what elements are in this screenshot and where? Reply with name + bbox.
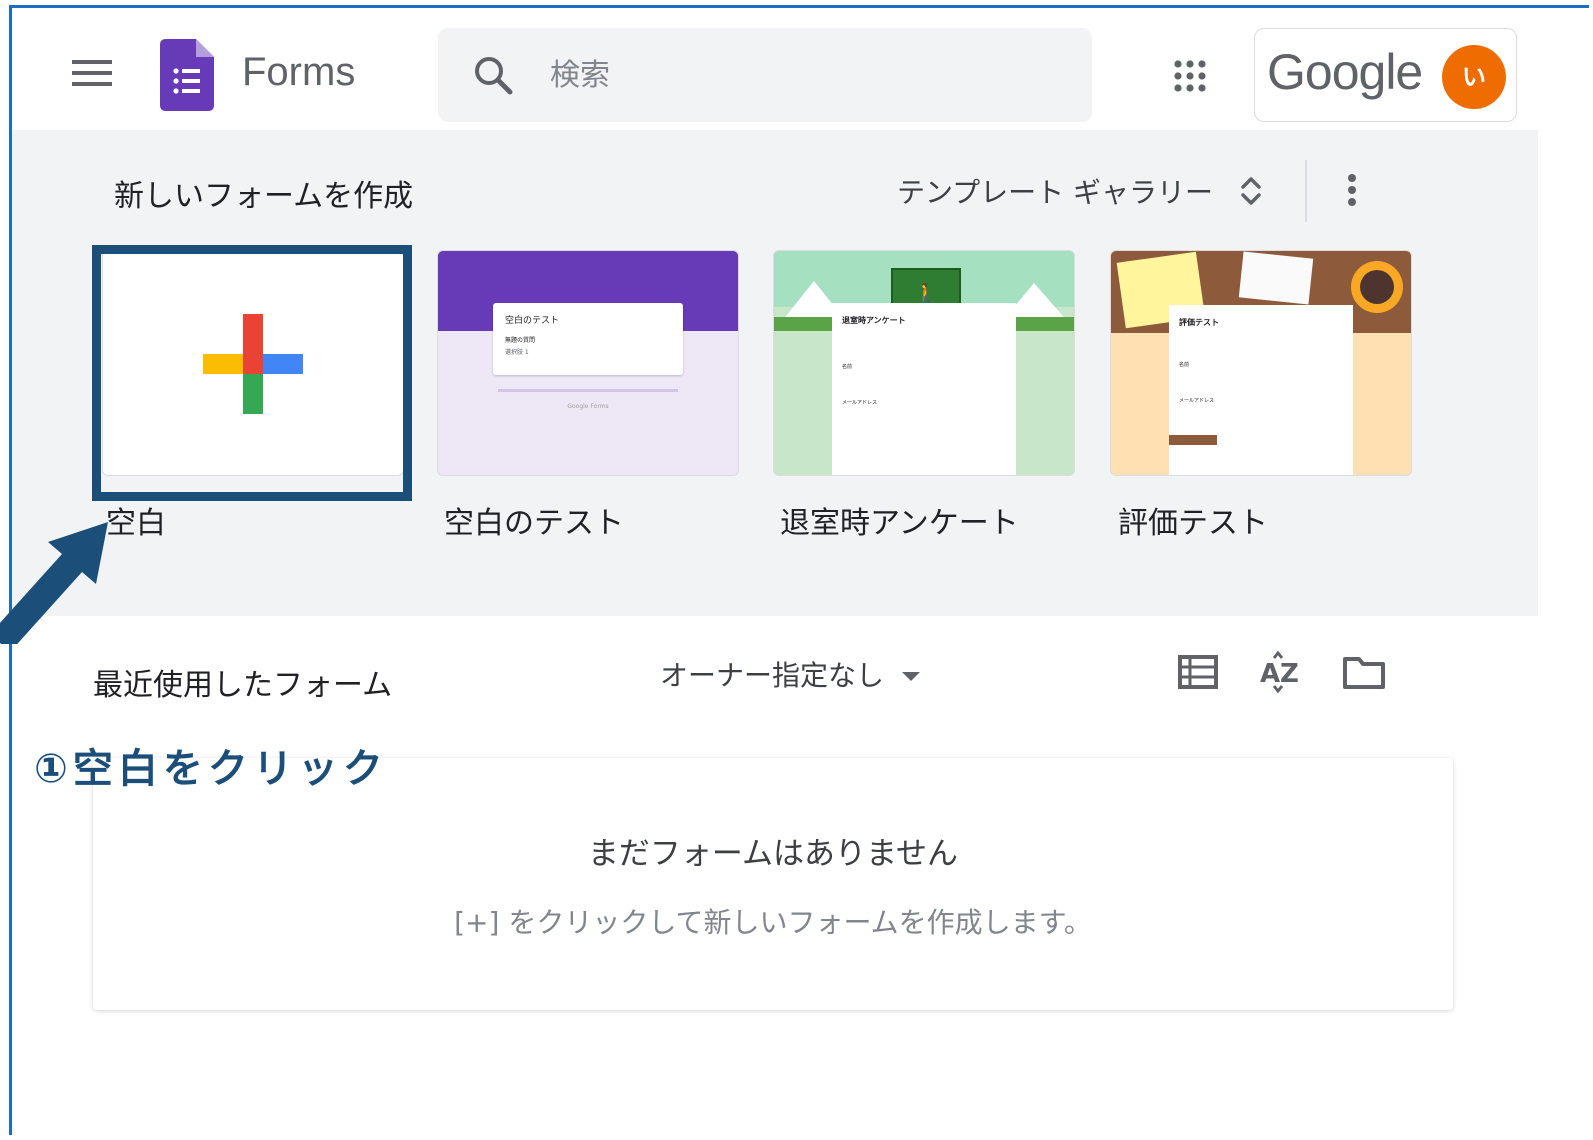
empty-state-title: まだフォームはありません (587, 836, 959, 872)
template-label-assessment[interactable]: 評価テスト (1118, 498, 1268, 542)
template-gallery-button[interactable]: テンプレート ギャラリー (897, 167, 1263, 215)
template-card-blank-quiz[interactable]: 空白のテスト 無題の質問 選択肢 1 Google Forms (437, 250, 739, 476)
search-icon[interactable] (472, 54, 514, 96)
quiz-preview-question: 無題の質問 (505, 337, 536, 344)
annotation-callout: ①空白をクリック (34, 746, 388, 792)
quiz-preview-footer: Google Forms (567, 403, 609, 410)
google-apps-icon[interactable] (1172, 58, 1208, 94)
owner-filter-dropdown[interactable]: オーナー指定なし (660, 654, 921, 694)
assessment-preview-sheet: 評価テスト 名前 メールアドレス (1169, 305, 1353, 475)
quiz-preview-sheet: 空白のテスト 無題の質問 選択肢 1 (493, 303, 683, 375)
exit-survey-preview-sheet: 退室時アンケート 名前 メールアドレス (832, 303, 1016, 475)
google-wordmark: Google (1267, 44, 1423, 100)
template-card-exit-survey[interactable]: 🚶 退室時アンケート 名前 メールアドレス (773, 250, 1075, 476)
empty-state-panel: まだフォームはありません [+] をクリックして新しいフォームを作成します。 (93, 758, 1453, 1010)
dropdown-caret-icon (902, 671, 921, 681)
assessment-preview-field1: 名前 (1179, 362, 1190, 368)
template-gallery-label: テンプレート ギャラリー (897, 176, 1214, 209)
search-bar[interactable] (438, 28, 1092, 122)
blank-card-highlight (92, 245, 412, 501)
exit-preview-title: 退室時アンケート (842, 316, 906, 325)
unfold-icon (1241, 177, 1261, 205)
assessment-preview-section-bar (1169, 435, 1217, 445)
empty-state-subtitle: [+] をクリックして新しいフォームを作成します。 (454, 906, 1092, 939)
forms-logo-icon (160, 39, 214, 111)
folder-icon[interactable] (1342, 654, 1386, 690)
svg-text:A: A (1260, 659, 1280, 689)
svg-text:🚶: 🚶 (915, 282, 937, 304)
main-menu-icon[interactable] (72, 60, 112, 92)
list-view-icon[interactable] (1178, 654, 1218, 690)
more-vert-icon[interactable] (1334, 170, 1370, 210)
quiz-preview-option: 選択肢 1 (505, 349, 529, 356)
app-title[interactable]: Forms (242, 50, 355, 95)
sort-az-icon[interactable]: A Z (1258, 650, 1304, 694)
template-card-assessment[interactable]: 評価テスト 名前 メールアドレス (1110, 250, 1412, 476)
avatar[interactable]: い (1442, 45, 1506, 109)
header-divider (1305, 160, 1307, 222)
top-app-bar: Forms Google い (12, 8, 1593, 130)
owner-filter-label: オーナー指定なし (660, 659, 885, 692)
annotation-arrow-icon (0, 522, 108, 644)
assessment-preview-title: 評価テスト (1179, 318, 1219, 327)
recent-forms-heading: 最近使用したフォーム (93, 668, 393, 703)
exit-preview-field2: メールアドレス (842, 400, 878, 406)
search-input[interactable] (548, 50, 1052, 100)
svg-text:Z: Z (1280, 659, 1299, 689)
quiz-preview-line (498, 389, 678, 392)
template-label-blank-quiz[interactable]: 空白のテスト (444, 498, 624, 542)
quiz-preview-title: 空白のテスト (505, 316, 560, 326)
account-switcher[interactable]: Google い (1254, 28, 1517, 122)
assessment-preview-field2: メールアドレス (1179, 398, 1215, 404)
template-label-exit-survey[interactable]: 退室時アンケート (780, 498, 1019, 542)
exit-preview-field1: 名前 (842, 364, 853, 370)
create-form-heading: 新しいフォームを作成 (114, 179, 414, 214)
